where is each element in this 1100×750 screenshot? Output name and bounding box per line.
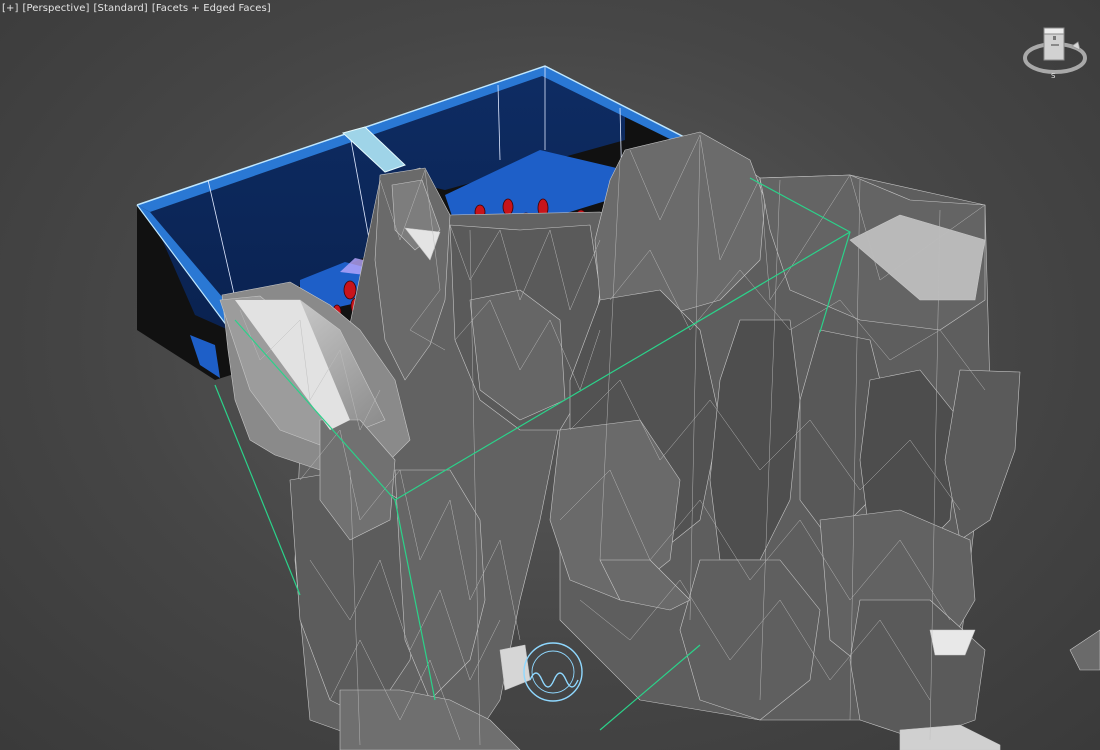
viewport-plus-menu[interactable]: [+] xyxy=(2,3,18,14)
viewcube-top-face[interactable] xyxy=(1043,27,1065,35)
scene-canvas[interactable] xyxy=(0,0,1100,750)
viewport-view-menu[interactable]: [Perspective] xyxy=(22,3,89,14)
pivot-gizmo-icon[interactable] xyxy=(523,642,583,702)
perspective-viewport[interactable]: [+] [Perspective] [Standard] [Facets + E… xyxy=(0,0,1100,750)
viewport-label-menu[interactable]: [+] [Perspective] [Standard] [Facets + E… xyxy=(2,3,271,14)
viewcube-face-label xyxy=(1051,44,1059,46)
viewcube-face-mark xyxy=(1053,36,1056,40)
viewport-display-menu[interactable]: [Facets + Edged Faces] xyxy=(152,3,271,14)
viewcube-compass-label: S xyxy=(1051,72,1056,80)
viewcube-icon[interactable]: S xyxy=(1020,22,1090,82)
viewport-shading-menu[interactable]: [Standard] xyxy=(94,3,148,14)
